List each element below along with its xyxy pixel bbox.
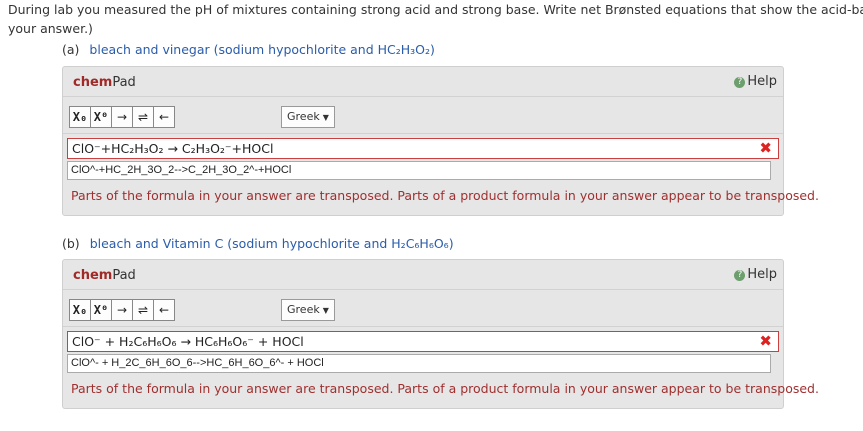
help-button[interactable]: ? Help <box>734 267 777 282</box>
chempad-b: chemPad ? Help X₀ X⁰ → ⇌ ← Greek ▼ ClO⁻ + … <box>62 259 819 409</box>
equilibrium-arrow-button[interactable]: ⇌ <box>132 106 154 128</box>
superscript-button[interactable]: X⁰ <box>90 299 112 321</box>
chempad-toolbar: X₀ X⁰ → ⇌ ← <box>69 299 175 321</box>
divider <box>63 96 783 97</box>
backspace-arrow-button[interactable]: ← <box>153 106 175 128</box>
subscript-button[interactable]: X₀ <box>69 299 91 321</box>
help-icon: ? <box>734 77 746 88</box>
divider <box>63 326 783 327</box>
chempad-a: chemPad ? Help X₀ X⁰ → ⇌ ← Greek ▼ ClO⁻+HC… <box>62 66 819 216</box>
raw-text-input[interactable]: ClO^-+HC_2H_3O_2-->C_2H_3O_2^-+HOCl <box>67 161 771 180</box>
formula-text: ClO⁻+HC₂H₃O₂ → C₂H₃O₂⁻+HOCl <box>72 141 274 156</box>
x-icon: ✖ <box>759 332 772 350</box>
formula-display[interactable]: ClO⁻+HC₂H₃O₂ → C₂H₃O₂⁻+HOCl ✖ <box>67 138 779 159</box>
x-icon: ✖ <box>759 139 772 157</box>
part-letter: (a) <box>62 42 80 57</box>
question-text: During lab you measured the pH of mixtur… <box>8 0 863 38</box>
caret-down-icon: ▼ <box>322 113 329 122</box>
chempad-title: chemPad <box>73 268 136 283</box>
subscript-button[interactable]: X₀ <box>69 106 91 128</box>
superscript-button[interactable]: X⁰ <box>90 106 112 128</box>
reaction-arrow-button[interactable]: → <box>111 299 133 321</box>
help-button[interactable]: ? Help <box>734 74 777 89</box>
question-line-2: your answer.) <box>8 21 93 36</box>
reaction-arrow-button[interactable]: → <box>111 106 133 128</box>
divider <box>63 289 783 290</box>
part-prompt-text: bleach and vinegar (sodium hypochlorite … <box>89 42 435 57</box>
chempad-title: chemPad <box>73 75 136 90</box>
equilibrium-arrow-button[interactable]: ⇌ <box>132 299 154 321</box>
greek-dropdown[interactable]: Greek ▼ <box>281 299 335 321</box>
formula-display[interactable]: ClO⁻ + H₂C₆H₆O₆ → HC₆H₆O₆⁻ + HOCl ✖ <box>67 331 779 352</box>
raw-text-input[interactable]: ClO^- + H_2C_6H_6O_6-->HC_6H_6O_6^- + HO… <box>67 354 771 373</box>
caret-down-icon: ▼ <box>322 306 329 315</box>
part-letter: (b) <box>62 236 80 251</box>
part-b-prompt: (b) bleach and Vitamin C (sodium hypochlo… <box>62 236 454 251</box>
part-a-prompt: (a) bleach and vinegar (sodium hypochlori… <box>62 42 435 57</box>
greek-dropdown[interactable]: Greek ▼ <box>281 106 335 128</box>
chempad-toolbar: X₀ X⁰ → ⇌ ← <box>69 106 175 128</box>
divider <box>63 133 783 134</box>
part-prompt-text: bleach and Vitamin C (sodium hypochlorit… <box>89 236 454 251</box>
feedback-text: Parts of the formula in your answer are … <box>71 381 819 396</box>
help-icon: ? <box>734 270 746 281</box>
feedback-text: Parts of the formula in your answer are … <box>71 188 819 203</box>
formula-text: ClO⁻ + H₂C₆H₆O₆ → HC₆H₆O₆⁻ + HOCl <box>72 334 304 349</box>
question-line-1: During lab you measured the pH of mixtur… <box>8 2 863 17</box>
backspace-arrow-button[interactable]: ← <box>153 299 175 321</box>
